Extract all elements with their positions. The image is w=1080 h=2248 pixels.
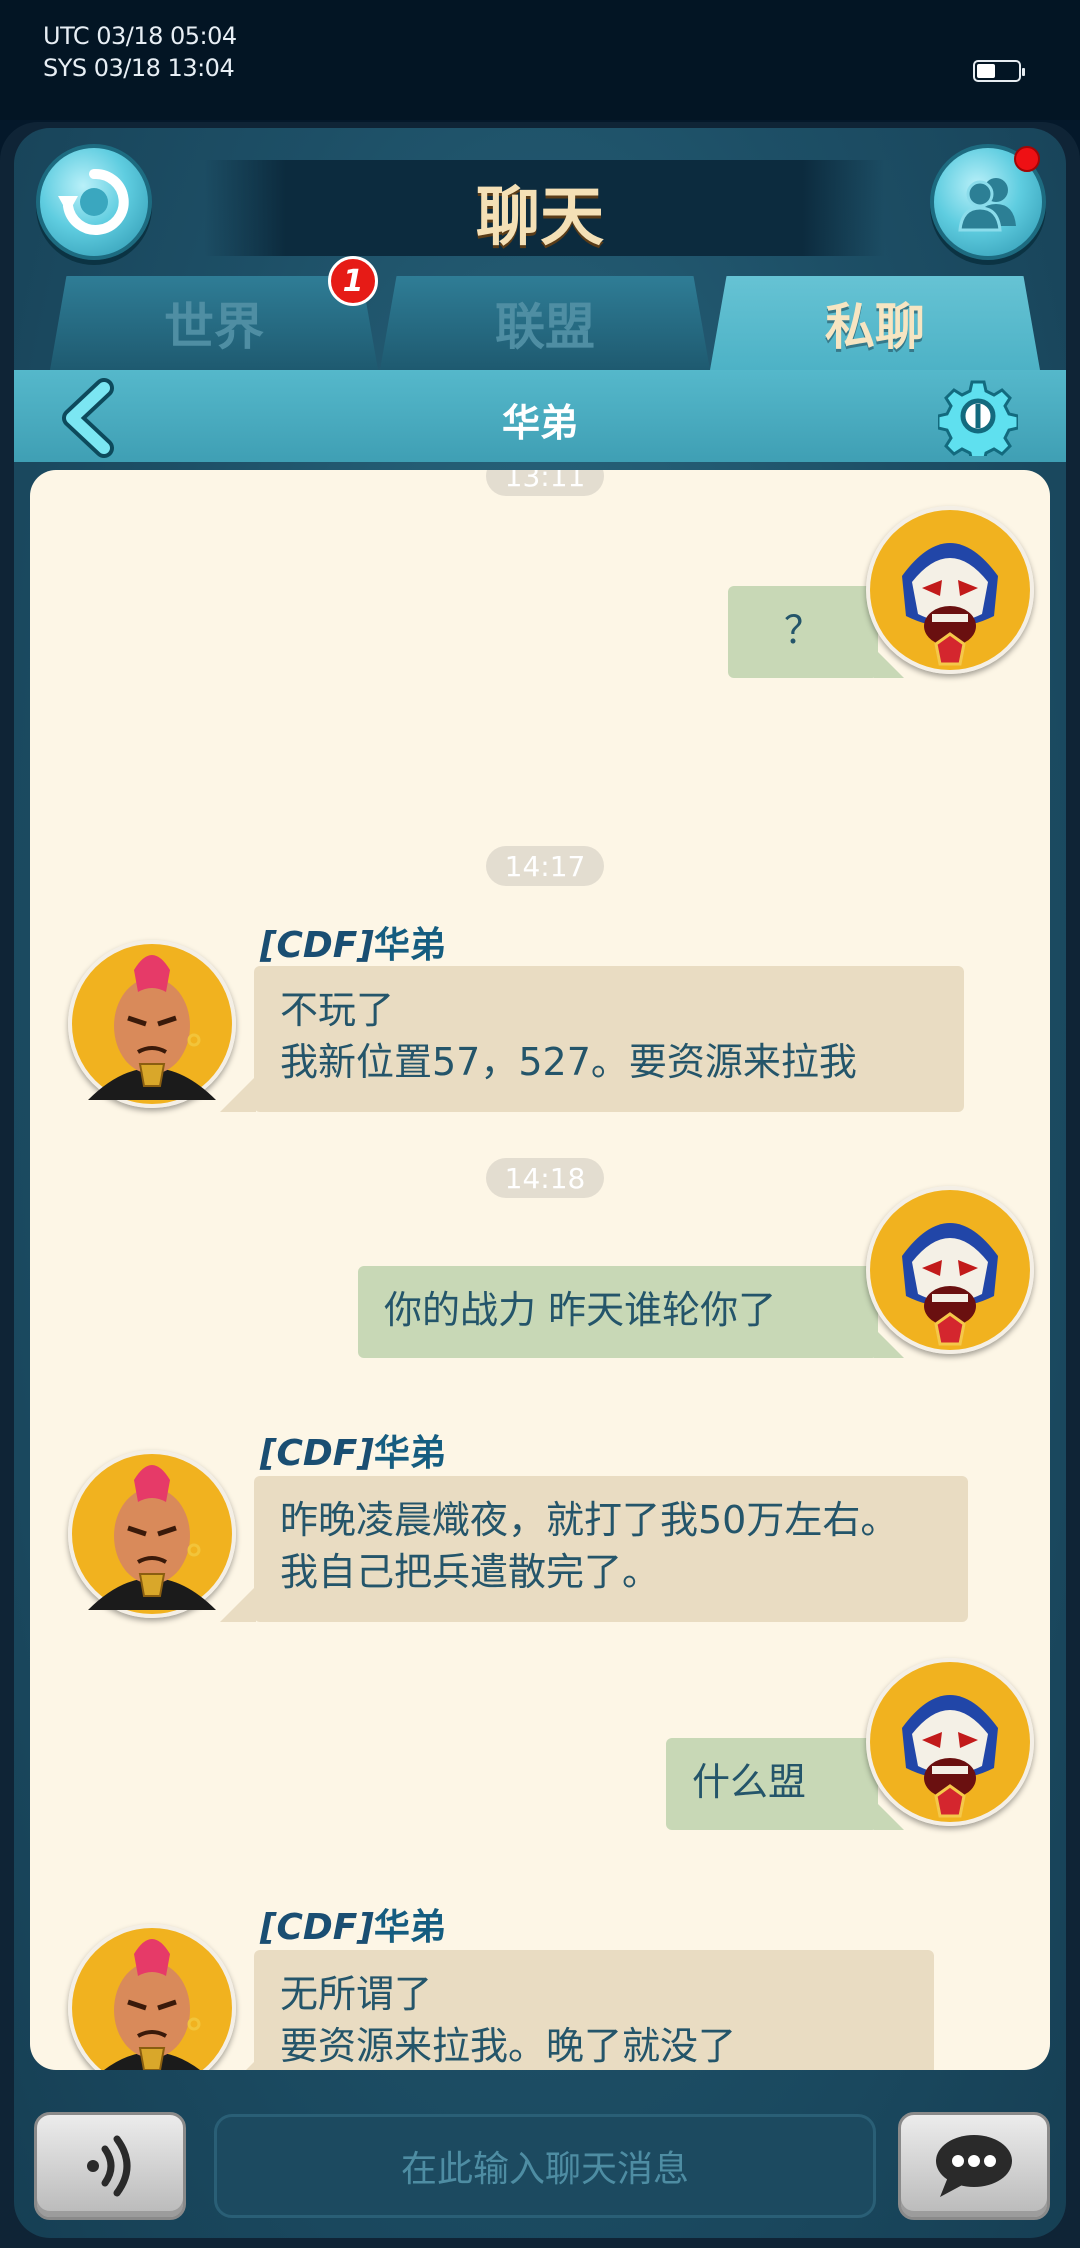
message-line: 什么盟 — [692, 1760, 807, 1804]
conversation-header: 华弟 — [14, 370, 1066, 464]
chat-window: 聊天 世界 联盟 私聊 1 华弟 13:11 ？ 14:17 [CDF]华弟 不… — [0, 122, 1080, 2248]
sys-time: SYS 03/18 13:04 — [43, 54, 235, 82]
tab-world-label: 世界 — [164, 298, 264, 356]
avatar-mine[interactable] — [866, 1186, 1034, 1354]
sender-tag: [CDF] — [260, 1433, 374, 1474]
message-line: 我自己把兵遣散完了。 — [280, 1550, 661, 1594]
message-line: 我新位置57，527。要资源来拉我 — [280, 1040, 857, 1084]
return-arrow-icon — [58, 168, 129, 235]
chat-panel: 聊天 世界 联盟 私聊 1 华弟 13:11 ？ 14:17 [CDF]华弟 不… — [14, 128, 1066, 2238]
return-button[interactable] — [36, 144, 152, 260]
chat-bubble-theirs[interactable]: 昨晚凌晨熾夜，就打了我50万左右。 我自己把兵遣散完了。 — [220, 1476, 968, 1622]
wrestler-avatar-icon — [870, 510, 1030, 670]
friends-icon — [958, 178, 1016, 232]
message-line: 你的战力 昨天谁轮你了 — [384, 1288, 777, 1332]
notification-dot — [1014, 146, 1040, 172]
sender-tag: [CDF] — [260, 925, 374, 966]
chat-bubble-mine[interactable]: ？ — [728, 586, 904, 678]
gear-icon — [936, 380, 1020, 464]
chat-bubble-icon — [936, 2135, 1012, 2197]
chat-bubble-theirs[interactable]: 不玩了 我新位置57，527。要资源来拉我 — [220, 966, 964, 1112]
timestamp: 14:17 — [486, 846, 604, 886]
sender-tag: [CDF] — [260, 1907, 374, 1948]
message-line: 无所谓了 — [280, 1972, 433, 2016]
message-line: ？ — [783, 608, 822, 652]
sender-name: [CDF]华弟 — [260, 1898, 446, 1950]
sender-name: [CDF]华弟 — [260, 916, 446, 968]
tab-alliance-label: 联盟 — [495, 298, 595, 356]
message-line: 要资源来拉我。晚了就没了 — [280, 2024, 737, 2068]
chat-bubble-theirs[interactable]: 无所谓了 要资源来拉我。晚了就没了 — [220, 1950, 934, 2070]
chat-bubble-mine[interactable]: 你的战力 昨天谁轮你了 — [358, 1266, 904, 1358]
tab-alliance[interactable]: 联盟 — [380, 276, 710, 370]
warrior-avatar-icon — [72, 1454, 232, 1614]
warrior-avatar-icon — [72, 1928, 232, 2070]
conversation-title: 华弟 — [501, 401, 578, 445]
avatar-mine[interactable] — [866, 1658, 1034, 1826]
timestamp: 13:11 — [486, 470, 604, 496]
sender-name: [CDF]华弟 — [260, 1424, 446, 1476]
timestamp: 14:18 — [486, 1158, 604, 1198]
message-list[interactable]: 13:11 ？ 14:17 [CDF]华弟 不玩了 我新位置57，527。要资源… — [30, 470, 1050, 2070]
avatar-mine[interactable] — [866, 506, 1034, 674]
avatar-theirs[interactable] — [68, 1924, 236, 2070]
avatar-theirs[interactable] — [68, 1450, 236, 1618]
page-title: 聊天 — [476, 181, 604, 255]
message-line: 昨晚凌晨熾夜，就打了我50万左右。 — [280, 1498, 899, 1542]
sender-label: 华弟 — [373, 1433, 446, 1474]
chat-bubble-mine[interactable]: 什么盟 — [666, 1738, 904, 1830]
message-line: 不玩了 — [280, 988, 395, 1032]
wrestler-avatar-icon — [870, 1662, 1030, 1822]
battery-fill — [977, 64, 995, 78]
warrior-avatar-icon — [72, 944, 232, 1104]
wrestler-avatar-icon — [870, 1190, 1030, 1350]
status-bar: UTC 03/18 05:04 SYS 03/18 13:04 — [0, 0, 1080, 120]
battery-icon — [973, 60, 1025, 82]
voice-button[interactable] — [34, 2112, 186, 2220]
tab-private[interactable]: 私聊 — [710, 276, 1040, 370]
tab-private-label: 私聊 — [825, 298, 925, 356]
sender-label: 华弟 — [373, 1907, 446, 1948]
avatar-theirs[interactable] — [68, 940, 236, 1108]
tab-world-badge: 1 — [328, 256, 378, 306]
sender-label: 华弟 — [373, 925, 446, 966]
send-button[interactable] — [898, 2112, 1050, 2220]
settings-button[interactable] — [936, 376, 1020, 464]
utc-time: UTC 03/18 05:04 — [43, 22, 237, 50]
voice-wave-icon — [87, 2135, 131, 2197]
chat-input[interactable]: 在此输入聊天消息 — [214, 2114, 876, 2218]
